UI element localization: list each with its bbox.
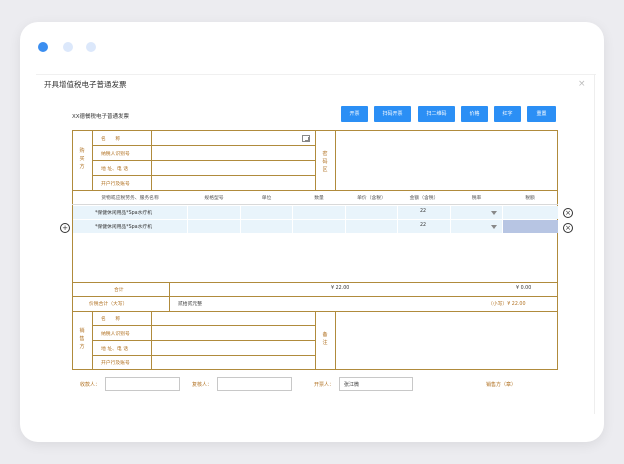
buyer-bank-label: 开户行及账号	[101, 182, 130, 187]
seller-row-line-3	[92, 355, 315, 356]
remark-label: 备注	[322, 332, 328, 346]
buyer-bottom-line	[72, 190, 558, 191]
buyer-taxid-label: 纳税人识别号	[101, 152, 130, 157]
totals-top-line	[72, 282, 558, 283]
password-area-label: 密码区	[322, 151, 328, 173]
delete-row-icon[interactable]: ×	[563, 208, 573, 218]
grand-total-words: 贰拾贰元整	[178, 302, 202, 307]
seller-name-label: 名 称	[101, 317, 121, 322]
frame-left	[72, 130, 73, 370]
col-unit-price: 单价（含税）	[357, 196, 386, 201]
seller-row-line-1	[92, 325, 315, 326]
scan-qrcode-button[interactable]: 扫二维码	[418, 106, 455, 122]
buyer-taxid-input[interactable]	[152, 146, 315, 160]
close-icon[interactable]: ×	[578, 79, 586, 89]
seller-address-label: 地 址、电 话	[101, 347, 129, 352]
grand-total-small: （小写）¥ 22.00	[488, 302, 526, 307]
issue-invoice-button[interactable]: 开票	[341, 106, 368, 122]
seller-seal-label: 销售方（章）	[486, 382, 517, 388]
reviewer-label: 复核人：	[192, 382, 213, 388]
red-invoice-button[interactable]: 红字	[494, 106, 521, 122]
dialog-title: 开具增值税电子普通发票	[44, 80, 127, 89]
subtotal-label: 合计	[114, 288, 124, 293]
frame-right	[557, 130, 558, 370]
amount-cell[interactable]: 22	[420, 209, 426, 214]
invoice-name: XX德餐税电子普通发票	[72, 114, 130, 120]
buyer-bank-input[interactable]	[152, 176, 315, 190]
dialog-top-divider	[36, 74, 596, 75]
add-row-icon[interactable]: +	[60, 223, 70, 233]
reviewer-input[interactable]	[217, 377, 292, 391]
seller-row-line-2	[92, 340, 315, 341]
edit-icon[interactable]	[302, 135, 310, 142]
col-quantity: 数量	[314, 196, 324, 201]
totals-label-divider	[169, 282, 170, 311]
table-row[interactable]: *保健休闲用品*Spa水疗机 22	[73, 220, 558, 233]
items-header-line	[72, 204, 558, 205]
grand-total-label: 价税合计（大写）	[89, 302, 128, 307]
buyer-address-input[interactable]	[152, 161, 315, 175]
buyer-address-label: 地 址、电 话	[101, 167, 129, 172]
seller-bank-label: 开户行及账号	[101, 361, 130, 366]
totals-mid-line	[72, 296, 558, 297]
col-unit: 单位	[261, 196, 272, 201]
subtotal-tax: ¥ 0.00	[516, 286, 532, 291]
buyer-password-divider	[315, 130, 316, 190]
col-tax: 税额	[525, 196, 535, 201]
tax-cell-selected[interactable]	[503, 220, 558, 233]
seller-remark-divider	[315, 311, 316, 369]
window-dot-1[interactable]	[38, 42, 48, 52]
reset-button[interactable]: 重置	[527, 106, 556, 122]
subtotal-amount: ¥ 22.00	[331, 286, 350, 291]
dialog-scrollbar-track[interactable]	[594, 74, 595, 414]
window-dot-2[interactable]	[63, 42, 73, 52]
payee-label: 收款人：	[80, 382, 101, 388]
password-area-divider	[335, 130, 336, 190]
col-amount: 金额（含税）	[409, 196, 439, 201]
frame-bottom	[72, 369, 558, 370]
goods-name-cell[interactable]: *保健休闲用品*Spa水疗机	[95, 223, 152, 230]
buyer-name-input[interactable]	[152, 131, 298, 145]
tax-rate-dropdown-icon[interactable]	[491, 211, 497, 215]
scan-issue-button[interactable]: 扫码开票	[374, 106, 411, 122]
amount-cell[interactable]: 22	[420, 223, 426, 228]
tax-rate-dropdown-icon[interactable]	[491, 225, 497, 229]
price-button[interactable]: 价格	[461, 106, 488, 122]
drawer-label: 开票人：	[314, 382, 335, 388]
col-goods-name: 货物或应税劳务、服务名称	[101, 196, 159, 201]
seller-taxid-label: 纳税人识别号	[101, 332, 130, 337]
goods-name-cell[interactable]: *保健休闲用品*Spa水疗机	[95, 209, 152, 216]
delete-row-icon[interactable]: ×	[563, 223, 573, 233]
seller-side-label: 销售方	[79, 328, 85, 350]
payee-input[interactable]	[105, 377, 180, 391]
buyer-name-label: 名 称	[101, 137, 121, 142]
drawer-input[interactable]: 张江微	[339, 377, 413, 391]
table-row[interactable]: *保健休闲用品*Spa水疗机 22	[73, 206, 558, 219]
col-tax-rate: 税率	[471, 196, 482, 201]
buyer-side-label: 购买方	[79, 148, 85, 170]
remark-area-divider	[335, 311, 336, 369]
window-dot-3[interactable]	[86, 42, 96, 52]
col-spec: 规格型号	[204, 196, 224, 201]
